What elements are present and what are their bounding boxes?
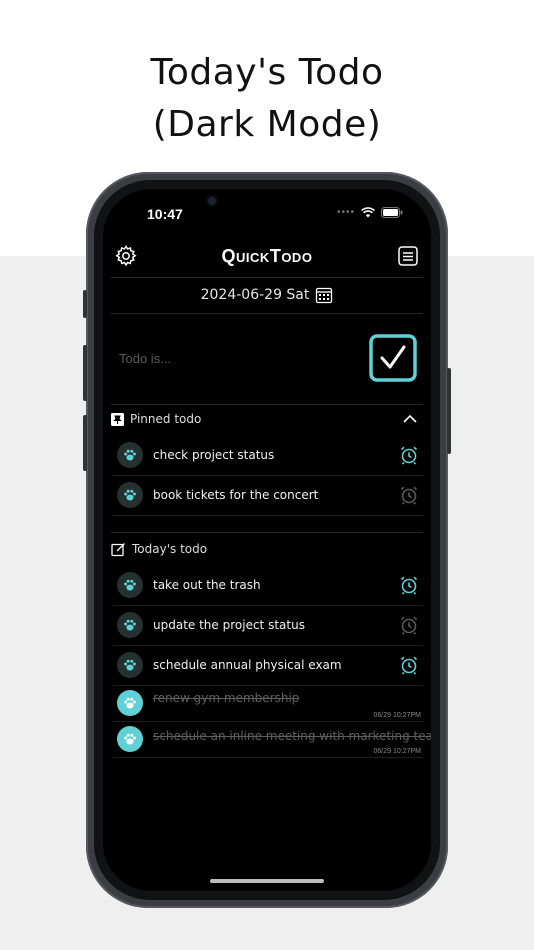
menu-button[interactable] (395, 243, 421, 269)
status-icons: •••• (337, 207, 403, 218)
pinned-section-header[interactable]: Pinned todo (111, 405, 423, 433)
paw-icon[interactable] (117, 652, 143, 678)
completed-timestamp: 06/29 10:27PM (373, 712, 421, 719)
volume-down-button (83, 415, 87, 471)
todo-input[interactable] (117, 342, 351, 374)
alarm-clock-icon[interactable] (399, 485, 419, 505)
alarm-clock-icon[interactable] (399, 615, 419, 635)
todo-text: schedule annual physical exam (153, 658, 342, 672)
app-header: QuickTodo (111, 237, 423, 278)
list-item[interactable]: schedule annual physical exam (113, 645, 423, 686)
edit-note-icon (111, 542, 125, 556)
list-item[interactable]: book tickets for the concert (113, 475, 423, 516)
wifi-icon (361, 207, 375, 218)
section-divider (111, 532, 423, 533)
todo-text: renew gym membership (153, 691, 300, 705)
paw-icon[interactable] (117, 690, 143, 716)
calendar-icon[interactable] (315, 286, 333, 304)
camera-dot (208, 197, 216, 205)
paw-icon[interactable] (117, 612, 143, 638)
alarm-clock-icon[interactable] (399, 575, 419, 595)
promo-subtitle: (Dark Mode) (152, 104, 382, 145)
alarm-clock-icon[interactable] (399, 445, 419, 465)
todo-text: update the project status (153, 618, 305, 632)
power-button (447, 368, 451, 454)
alarm-clock-icon[interactable] (399, 655, 419, 675)
phone-screen: 10:47 •••• QuickTodo 2024-06-29 Sat Todo… (103, 189, 431, 891)
home-indicator[interactable] (210, 879, 324, 883)
list-item[interactable]: take out the trash (113, 565, 423, 606)
chevron-up-icon[interactable] (403, 414, 417, 424)
action-button (83, 290, 87, 318)
todo-text: book tickets for the concert (153, 488, 319, 502)
app-title: QuickTodo (221, 246, 313, 266)
checkbox-check-icon (369, 334, 417, 382)
paw-icon[interactable] (117, 482, 143, 508)
todo-input-area (111, 314, 423, 405)
paw-icon[interactable] (117, 442, 143, 468)
today-section-header: Today's todo (111, 535, 423, 563)
pin-icon (111, 412, 124, 426)
list-item-completed[interactable]: renew gym membership 06/29 10:27PM (113, 685, 423, 722)
list-item[interactable]: check project status (113, 435, 423, 476)
volume-up-button (83, 345, 87, 401)
list-item[interactable]: update the project status (113, 605, 423, 646)
paw-icon[interactable] (117, 572, 143, 598)
todo-text: take out the trash (153, 578, 261, 592)
todo-text: schedule an inline meeting with marketin… (153, 729, 431, 743)
todo-text: check project status (153, 448, 275, 462)
list-icon (398, 246, 418, 266)
paw-icon[interactable] (117, 726, 143, 752)
current-date: 2024-06-29 Sat (200, 287, 310, 303)
battery-icon (381, 207, 403, 218)
add-todo-button[interactable] (369, 334, 417, 382)
pinned-label: Pinned todo (130, 412, 202, 426)
list-item-completed[interactable]: schedule an inline meeting with marketin… (113, 721, 431, 758)
signal-icon: •••• (336, 207, 355, 218)
dynamic-island (212, 195, 322, 225)
status-time: 10:47 (147, 206, 183, 222)
promo-title: Today's Todo (150, 52, 384, 93)
today-label: Today's todo (132, 542, 208, 556)
completed-timestamp: 06/29 10:27PM (373, 748, 421, 755)
date-selector[interactable]: 2024-06-29 Sat (111, 277, 423, 314)
